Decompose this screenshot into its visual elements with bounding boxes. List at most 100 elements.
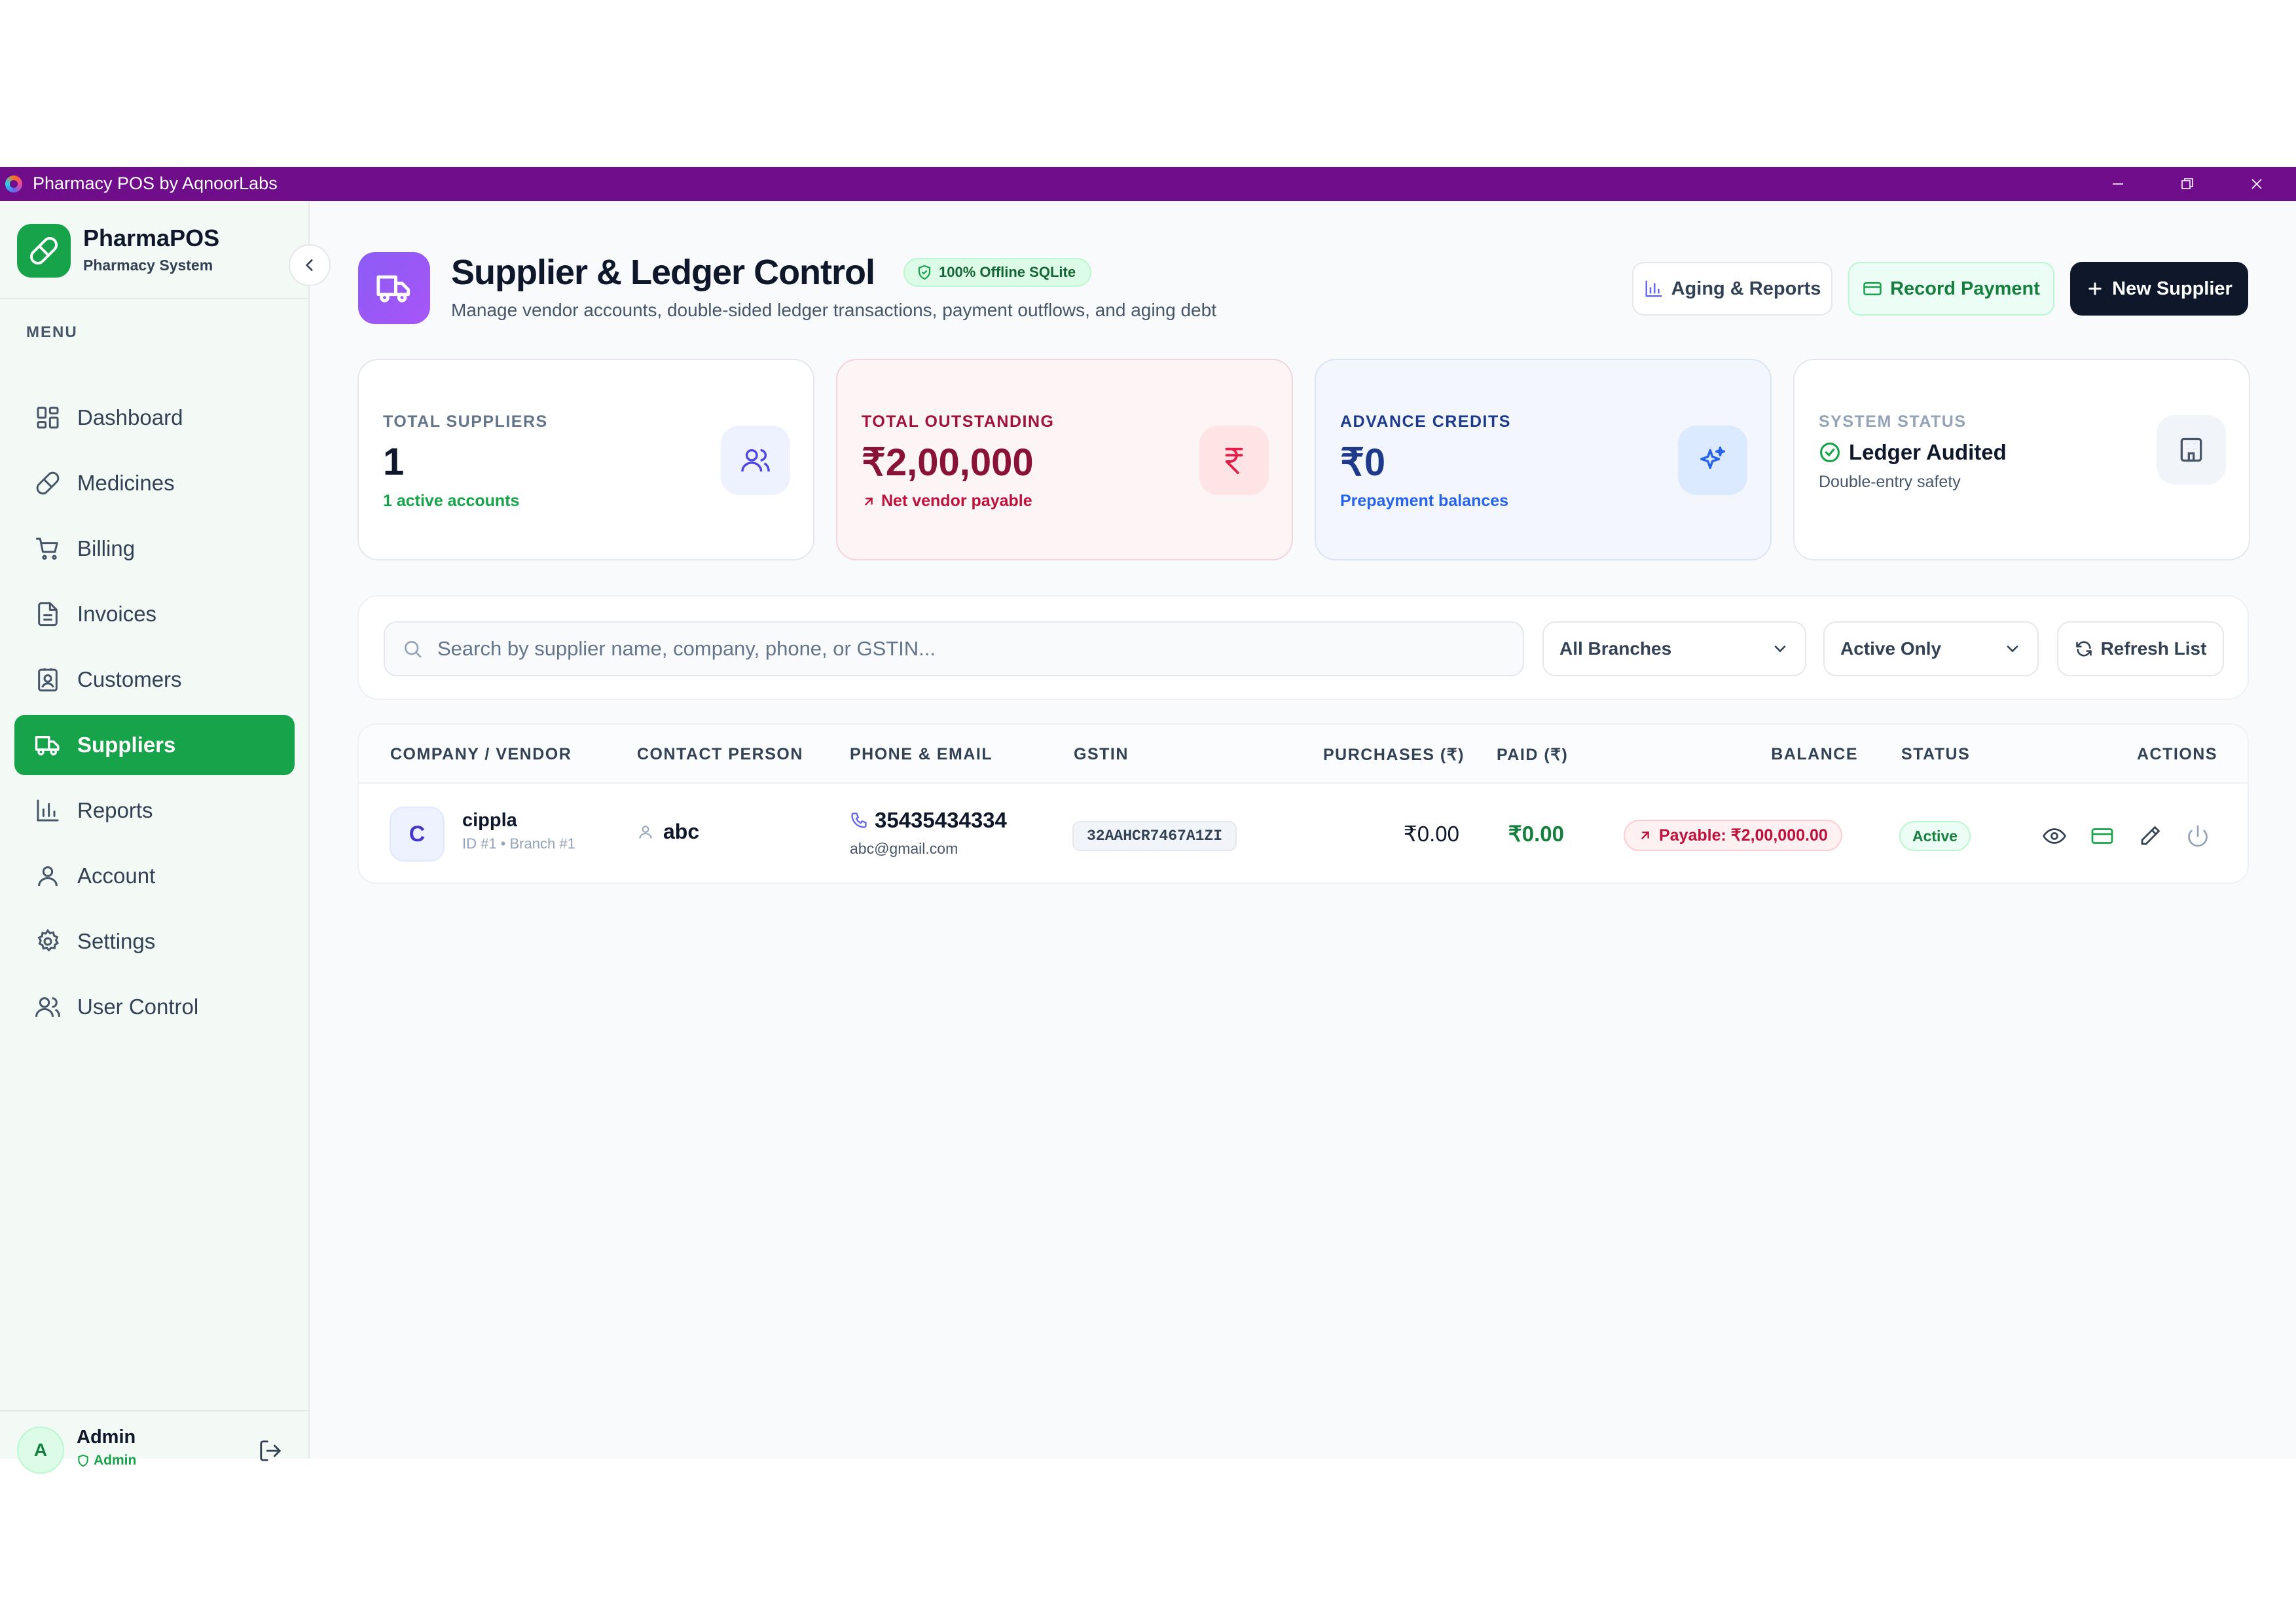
cart-icon [33,534,63,564]
new-supplier-button[interactable]: New Supplier [2070,262,2248,316]
column-header-balance: BALANCE [1771,745,1858,763]
system-status-card: SYSTEM STATUS Ledger Audited Double-entr… [1793,359,2250,560]
column-header-gstin: GSTIN [1074,745,1129,763]
sidebar-item-dashboard[interactable]: Dashboard [14,388,295,448]
user-role: Admin [77,1453,136,1468]
total-outstanding-card: TOTAL OUTSTANDING ₹2,00,000 Net vendor p… [836,359,1293,560]
sidebar-item-billing[interactable]: Billing [14,519,295,579]
column-header-company: COMPANY / VENDOR [390,745,572,763]
sidebar-item-suppliers[interactable]: Suppliers [14,715,295,775]
app-window: Pharmacy POS by AqnoorLabs PharmaPOS Pha… [0,167,2296,1474]
search-icon [405,641,422,658]
rupee-icon [1199,426,1269,495]
sidebar-item-label: Dashboard [77,405,183,429]
menu-label: MENU [26,323,78,341]
restore-button[interactable] [2153,167,2222,201]
collapse-sidebar-button[interactable] [289,244,331,286]
minimize-button[interactable] [2083,167,2153,201]
divider [0,1410,308,1412]
vendor-meta: ID #1 • Branch #1 [462,835,575,852]
user-name: Admin [77,1427,136,1448]
building-icon [2157,415,2226,484]
credit-card-icon [1863,282,1882,295]
refresh-list-label: Refresh List [2100,638,2207,659]
column-header-paid: PAID (₹) [1497,746,1569,764]
offline-badge: 100% Offline SQLite [903,258,1092,287]
gstin-badge: 32AAHCR7467A1ZI [1072,821,1237,851]
branch-select[interactable]: All Branches [1542,621,1806,676]
pill-icon [33,468,63,498]
shield-check-icon [918,264,931,280]
brand-subtitle: Pharmacy System [83,257,213,274]
phone-number: 35435434334 [850,808,1007,833]
pencil-icon [2141,826,2160,845]
record-payment-label: Record Payment [1890,278,2040,299]
close-button[interactable] [2222,167,2291,201]
bar-chart-icon [1645,280,1662,297]
user-icon [639,825,652,839]
sidebar-item-label: User Control [77,994,199,1019]
aging-reports-button[interactable]: Aging & Reports [1632,262,1832,316]
refresh-list-button[interactable]: Refresh List [2057,621,2224,676]
column-header-purchases: PURCHASES (₹) [1323,746,1465,764]
ledger-status-label: Ledger Audited [1849,440,2007,464]
view-button[interactable] [2037,819,2071,853]
status-badge: Active [1899,821,1971,851]
title-bar: Pharmacy POS by AqnoorLabs [0,167,2296,201]
status-select-value: Active Only [1840,638,1942,659]
edit-button[interactable] [2133,819,2167,853]
card-subtext: Double-entry safety [1819,473,1961,491]
logout-button[interactable] [254,1434,287,1467]
sidebar-item-account[interactable]: Account [14,846,295,906]
truck-icon [376,275,410,302]
record-payment-button[interactable]: Record Payment [1848,262,2054,316]
sidebar-item-invoices[interactable]: Invoices [14,584,295,644]
card-subtext: 1 active accounts [383,492,520,510]
bar-chart-icon [33,795,63,826]
sidebar-item-label: Billing [77,536,136,560]
check-circle-icon [1819,442,1840,463]
sidebar-item-reports[interactable]: Reports [14,780,295,841]
shield-icon [78,1454,88,1467]
gear-icon [33,926,63,957]
new-supplier-label: New Supplier [2112,278,2232,299]
credit-card-icon [2091,828,2113,844]
card-label: TOTAL OUTSTANDING [862,412,1055,431]
sparkles-icon [1678,426,1747,495]
arrow-up-right-icon [865,497,873,505]
chevron-down-icon [2007,646,2018,653]
card-subtext: Prepayment balances [1340,492,1509,510]
table-row[interactable]: C cippla ID #1 • Branch #1 abc 354354343… [359,784,2248,883]
sidebar-item-medicines[interactable]: Medicines [14,453,295,513]
brand-logo [17,224,71,278]
suppliers-table: COMPANY / VENDOR CONTACT PERSON PHONE & … [357,723,2249,884]
paid-value: ₹0.00 [1508,822,1564,846]
deactivate-button[interactable] [2181,819,2215,853]
email-value: abc@gmail.com [850,840,958,857]
sidebar-item-customers[interactable]: Customers [14,649,295,710]
column-header-actions: ACTIONS [2137,745,2217,763]
sidebar-item-settings[interactable]: Settings [14,911,295,972]
status-select[interactable]: Active Only [1823,621,2039,676]
page-subtitle: Manage vendor accounts, double-sided led… [451,300,1216,320]
app-logo-icon [5,175,22,192]
record-payment-row-button[interactable] [2085,819,2119,853]
sidebar-item-label: Account [77,864,156,888]
chevron-left-icon [305,259,313,271]
dashboard-icon [33,403,63,433]
sidebar-item-label: Settings [77,929,156,953]
balance-badge: Payable: ₹2,00,000.00 [1624,820,1842,851]
search-placeholder: Search by supplier name, company, phone,… [437,637,936,660]
ledger-status: Ledger Audited [1819,440,2007,465]
phone-icon [851,812,867,828]
divider [0,298,308,299]
brand-name: PharmaPOS [83,225,220,251]
truck-icon [33,730,63,760]
search-input[interactable]: Search by supplier name, company, phone,… [384,621,1524,676]
offline-badge-label: 100% Offline SQLite [939,264,1076,280]
card-label: ADVANCE CREDITS [1340,412,1511,431]
card-subtext: Net vendor payable [862,492,1032,511]
avatar[interactable]: A [17,1427,64,1474]
sidebar-item-user-control[interactable]: User Control [14,977,295,1037]
logout-icon [260,1440,281,1461]
